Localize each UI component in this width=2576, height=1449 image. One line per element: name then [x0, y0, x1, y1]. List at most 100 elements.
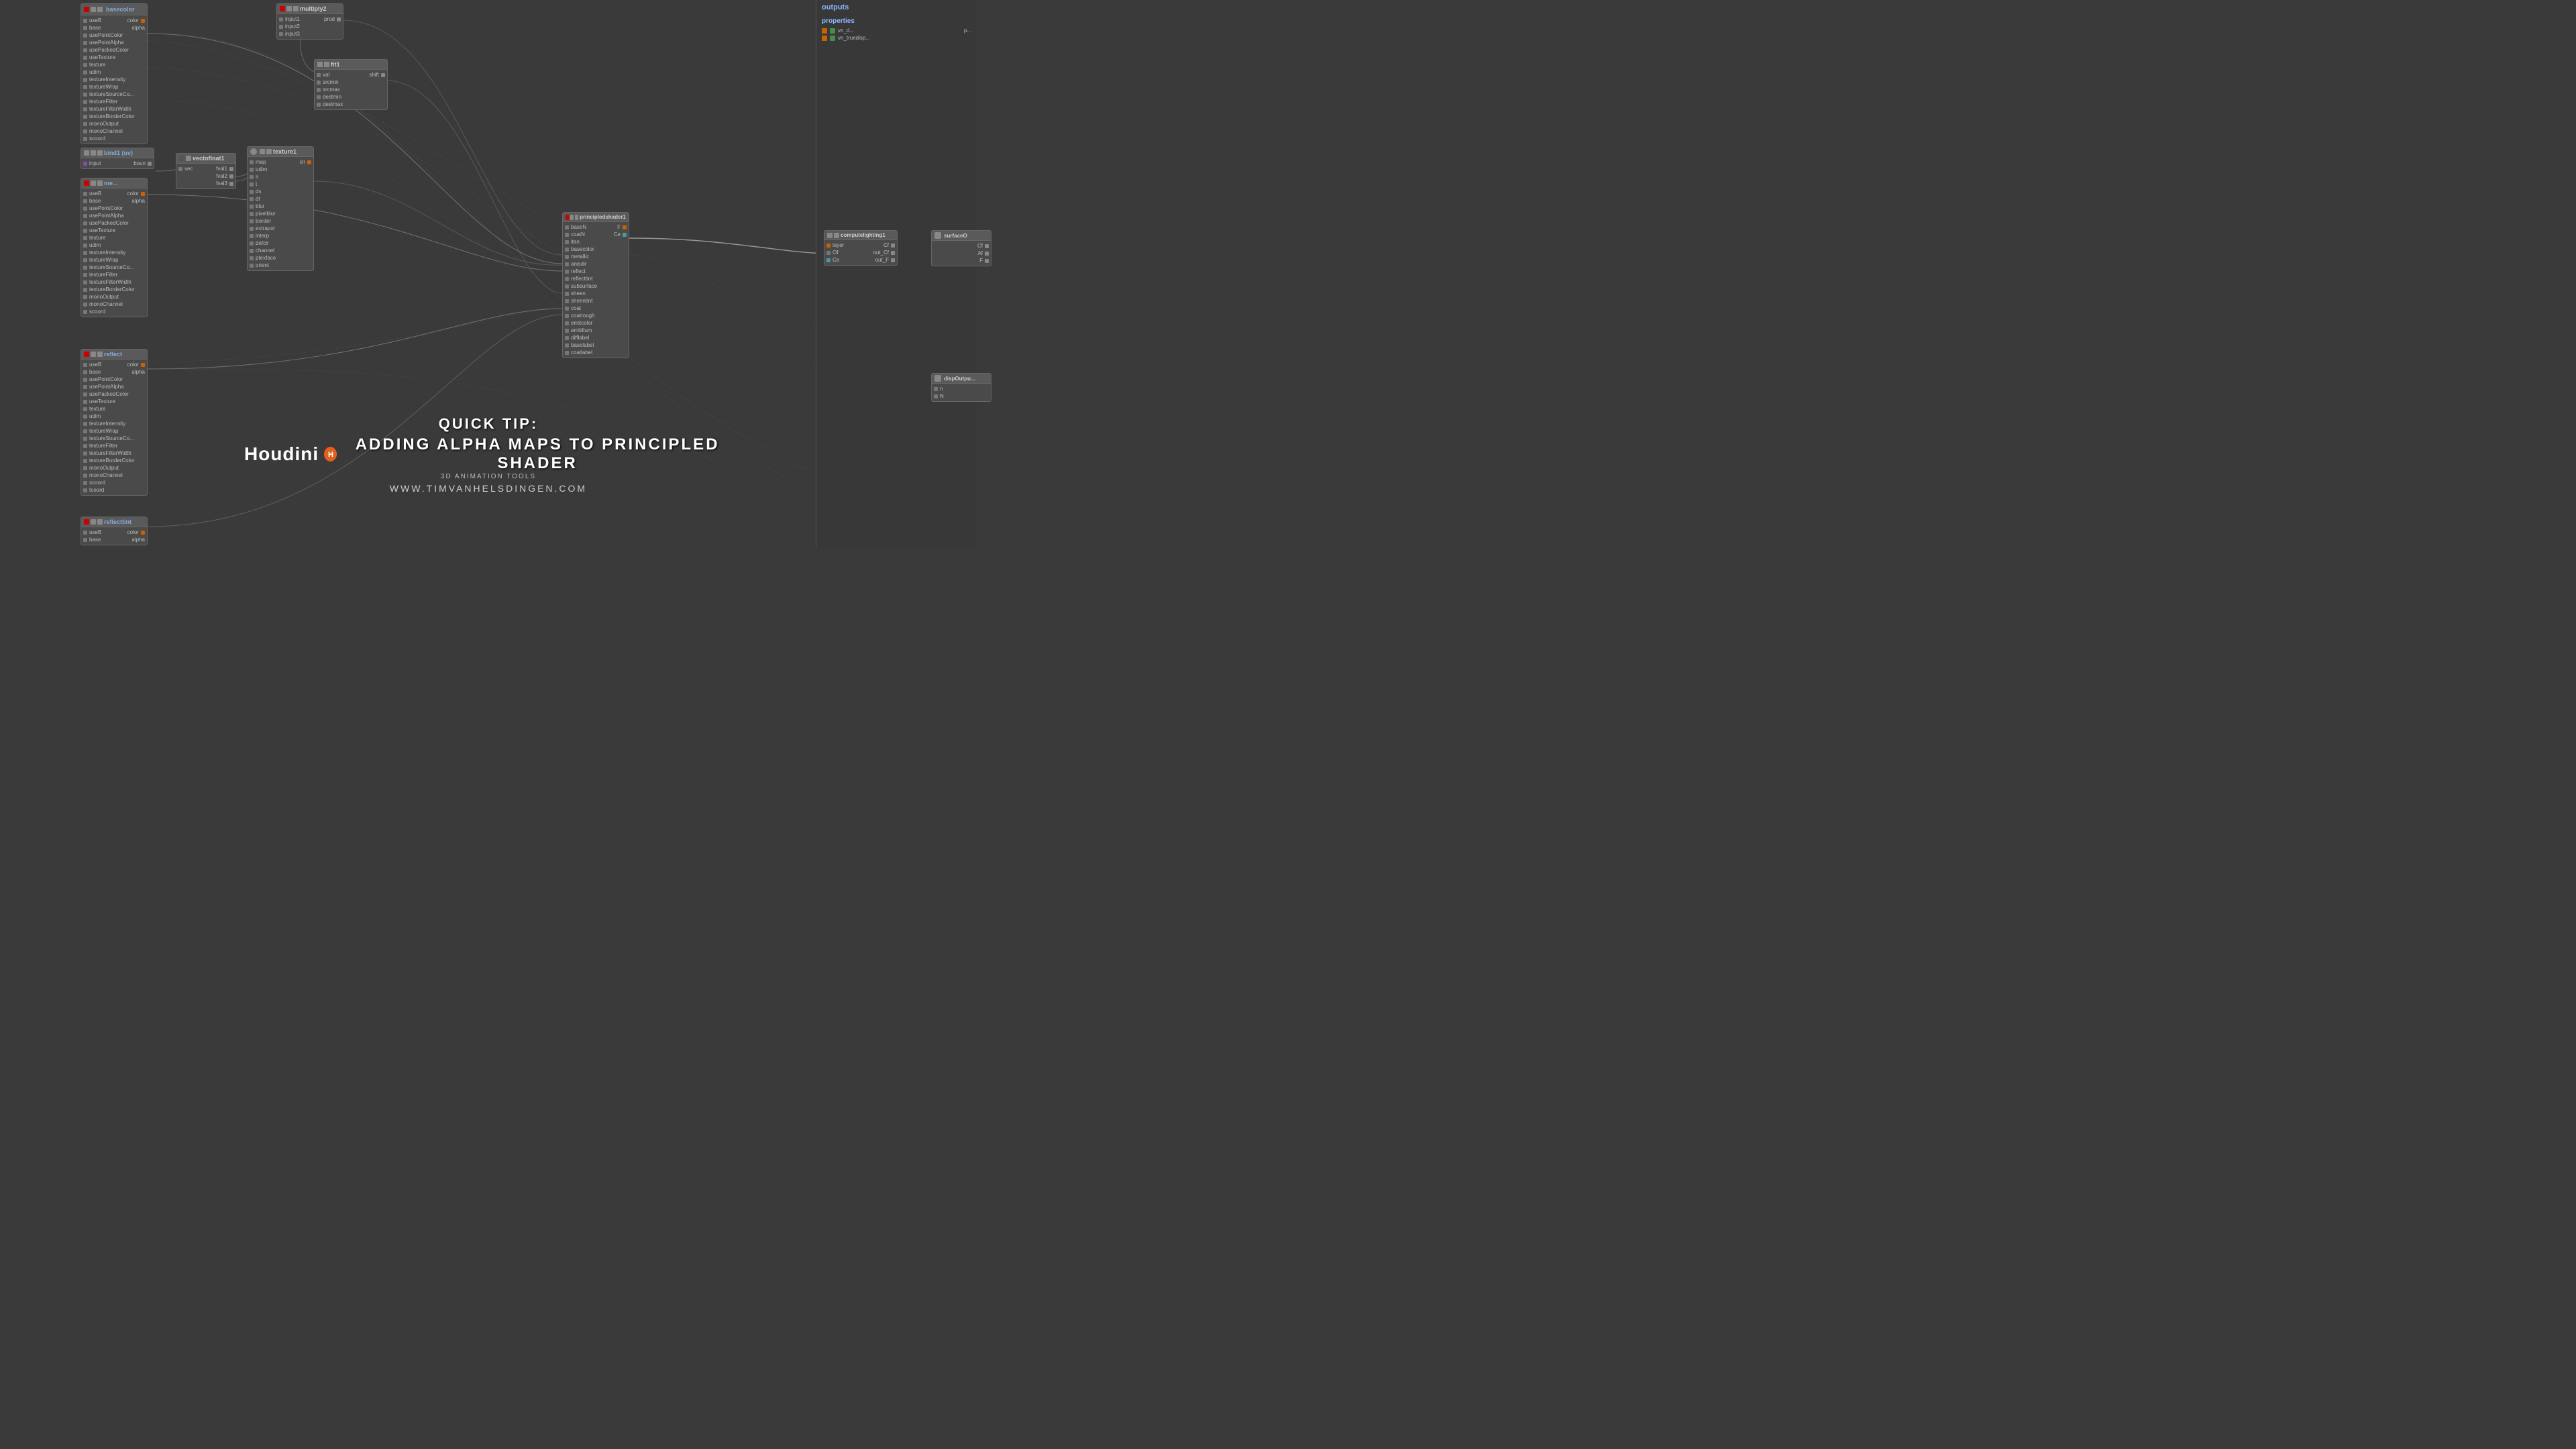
port-difflabel[interactable] [565, 336, 569, 340]
computelighting1-node[interactable]: computelighting1 layer Cf Of out_Cf Ce o… [824, 230, 898, 266]
port-scoord2[interactable] [83, 310, 87, 314]
port-layer[interactable] [826, 244, 830, 248]
principledshader1-node[interactable]: principledshader1 baseN F coatN Ce itan … [562, 212, 629, 358]
port-scoord[interactable] [83, 137, 87, 141]
port-textureFilter2[interactable] [83, 273, 87, 277]
btn-icon12[interactable] [179, 156, 184, 161]
port-fval1[interactable] [229, 167, 233, 171]
port-emitillum[interactable] [565, 329, 569, 333]
port-ptexface[interactable] [250, 256, 254, 260]
port-destmax[interactable] [317, 103, 321, 107]
port-usePackedColor3[interactable] [83, 392, 87, 396]
port-usePointAlpha2[interactable] [83, 214, 87, 218]
port-Ce-out[interactable] [623, 233, 627, 237]
port-srcmax[interactable] [317, 88, 321, 92]
port-Cf-so[interactable] [985, 244, 989, 248]
port-textureSourceCo[interactable] [83, 93, 87, 97]
port-sheen[interactable] [565, 292, 569, 296]
close-icon6[interactable] [566, 215, 569, 220]
port-reflecttint-in[interactable] [565, 277, 569, 281]
port-base2[interactable] [83, 199, 87, 203]
port-coatN[interactable] [565, 233, 569, 237]
texture1-node[interactable]: texture1 map clr udim s t ds dt blur pix… [247, 146, 314, 271]
port-metallic-in[interactable] [565, 255, 569, 259]
port-n[interactable] [934, 387, 938, 391]
btn-icon2[interactable] [97, 7, 103, 12]
btn-icon9[interactable] [97, 352, 103, 357]
metallic-node[interactable]: me... useBcolor basealpha usePointColor … [80, 178, 148, 317]
port-udim2[interactable] [83, 244, 87, 248]
port-channel[interactable] [250, 249, 254, 253]
port-usePackedColor2[interactable] [83, 221, 87, 225]
port-anisdir[interactable] [565, 262, 569, 266]
close-icon2[interactable] [84, 180, 89, 186]
port-textureIntensity[interactable] [83, 78, 87, 82]
port-monoChannel3[interactable] [83, 474, 87, 478]
port-useB2[interactable] [83, 192, 87, 196]
port-udim[interactable] [83, 70, 87, 74]
port-outCf[interactable] [891, 251, 895, 255]
port-textureFilter3[interactable] [83, 444, 87, 448]
btn-icon13[interactable] [186, 156, 191, 161]
btn-icon6[interactable] [91, 180, 96, 186]
port-interp[interactable] [250, 234, 254, 238]
btn-icon5[interactable] [97, 150, 103, 156]
port-Of[interactable] [826, 251, 830, 255]
port-texture2[interactable] [83, 236, 87, 240]
port-itan[interactable] [565, 240, 569, 244]
btn-icon17[interactable] [324, 62, 329, 67]
port-fval3[interactable] [229, 182, 233, 186]
port-F-so[interactable] [985, 259, 989, 263]
port-coatrough[interactable] [565, 314, 569, 318]
port-input2[interactable] [279, 25, 283, 29]
port-input1[interactable] [279, 17, 283, 21]
port-scoord3[interactable] [83, 481, 87, 485]
port-textureFilterWidth[interactable] [83, 107, 87, 111]
port-subsurface[interactable] [565, 284, 569, 288]
port-color-out2[interactable] [141, 192, 145, 196]
port-textureSourceCo3[interactable] [83, 437, 87, 441]
port-Cf-out[interactable] [891, 244, 895, 248]
btn-icon18[interactable] [260, 149, 265, 154]
close-icon4[interactable] [84, 519, 89, 525]
port-emitcolor[interactable] [565, 321, 569, 325]
port-monoChannel[interactable] [83, 129, 87, 133]
port-color-out[interactable] [141, 19, 145, 23]
basecolor-node[interactable]: basecolor useBcolor basealpha usePointCo… [80, 3, 148, 144]
port-usePackedColor[interactable] [83, 48, 87, 52]
dispoutput-node[interactable]: dispOutpu... n N [931, 373, 991, 402]
btn-icon16[interactable] [317, 62, 323, 67]
port-pixelblur[interactable] [250, 212, 254, 216]
port-usePointAlpha3[interactable] [83, 385, 87, 389]
port-baselabel[interactable] [565, 343, 569, 347]
port-useTexture2[interactable] [83, 229, 87, 233]
port-textureIntensity2[interactable] [83, 251, 87, 255]
port-shift[interactable] [381, 73, 385, 77]
close-icon5[interactable] [280, 6, 285, 11]
port-clr[interactable] [307, 160, 311, 164]
port-destmin[interactable] [317, 95, 321, 99]
port-textureBorderColor2[interactable] [83, 288, 87, 292]
btn-icon[interactable] [91, 7, 96, 12]
btn-icon15[interactable] [293, 6, 299, 11]
port-useTexture3[interactable] [83, 400, 87, 404]
port-F-out[interactable] [623, 225, 627, 229]
port-textureWrap[interactable] [83, 85, 87, 89]
port-coatlabel[interactable] [565, 351, 569, 355]
reflecttint-node[interactable]: reflecttint useBcolor basealpha [80, 517, 148, 545]
port-border[interactable] [250, 219, 254, 223]
vectofloat1-node[interactable]: vectofloat1 vec fval1 fval2 fval3 [176, 153, 236, 189]
port-textureBorderColor3[interactable] [83, 459, 87, 463]
port-textureIntensity3[interactable] [83, 422, 87, 426]
btn-icon4[interactable] [91, 150, 96, 156]
port-monoOutput2[interactable] [83, 295, 87, 299]
multiply2-node[interactable]: multiply2 input1 prod input2 input3 [276, 3, 343, 40]
port-useB[interactable] [83, 19, 87, 23]
btn-icon19[interactable] [266, 149, 272, 154]
port-textureFilterWidth2[interactable] [83, 280, 87, 284]
port-base4[interactable] [83, 538, 87, 542]
port-useB3[interactable] [83, 363, 87, 367]
port-base[interactable] [83, 26, 87, 30]
port-Ce[interactable] [826, 258, 830, 262]
port-textureFilterWidth3[interactable] [83, 451, 87, 455]
